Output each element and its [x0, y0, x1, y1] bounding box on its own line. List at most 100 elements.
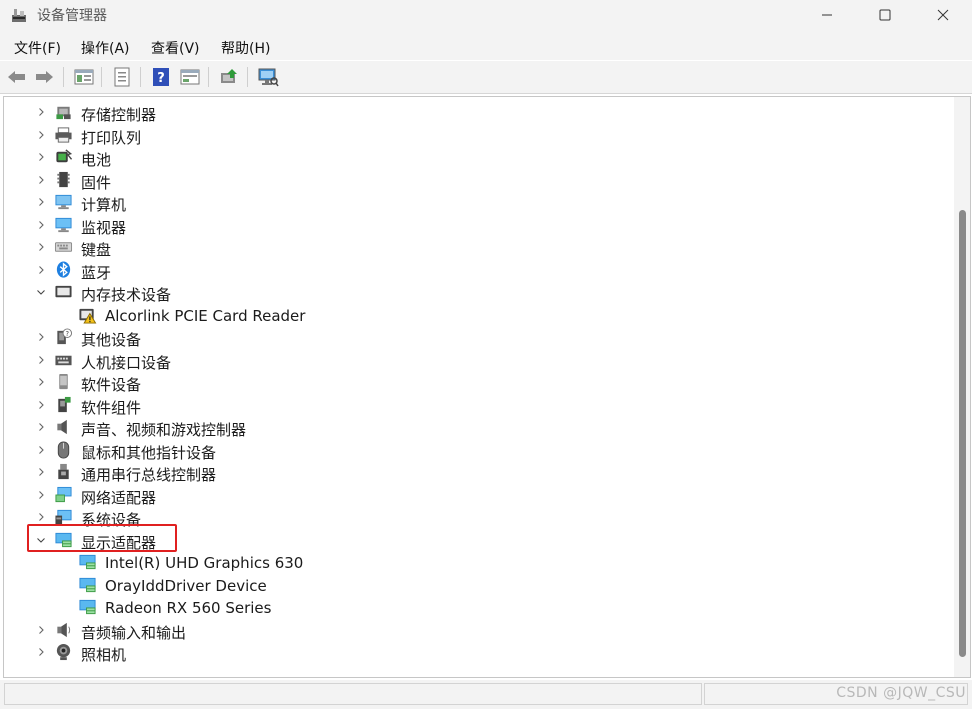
tree-category-item[interactable]: 软件设备 [4, 371, 944, 394]
tree-category-item[interactable]: 通用串行总线控制器 [4, 461, 944, 484]
chevron-right-icon[interactable] [35, 489, 47, 501]
maximize-button[interactable] [862, 0, 908, 30]
tree-item-label: 蓝牙 [81, 263, 112, 282]
tree-device-item[interactable]: Alcorlink PCIE Card Reader [4, 304, 944, 326]
chevron-right-icon[interactable] [35, 511, 47, 523]
tree-category-item[interactable]: 内存技术设备 [4, 281, 944, 304]
chevron-right-icon[interactable] [35, 376, 47, 388]
tree-item-label: 通用串行总线控制器 [81, 466, 217, 484]
scan-hardware-button[interactable] [257, 66, 279, 88]
tree-category-item[interactable]: 计算机 [4, 191, 944, 214]
menu-view[interactable]: 查看(V) [151, 38, 200, 58]
tree-category-item[interactable]: 电池 [4, 146, 944, 169]
chevron-right-icon[interactable] [35, 399, 47, 411]
tree-category-item[interactable]: ? 其他设备 [4, 326, 944, 349]
chevron-right-icon[interactable] [35, 174, 47, 186]
back-button[interactable] [6, 66, 28, 88]
tree-item-label: 鼠标和其他指针设备 [81, 443, 217, 462]
status-bar: CSDN @JQW_CSU [0, 680, 972, 709]
toolbar-separator [140, 67, 141, 87]
view-icon [180, 69, 200, 85]
tree-item-label: 照相机 [81, 646, 127, 664]
tree-category-item[interactable]: 声音、视频和游戏控制器 [4, 416, 944, 439]
minimize-icon [822, 14, 832, 16]
keyboard-icon [54, 242, 73, 252]
chevron-right-icon[interactable] [35, 219, 47, 231]
software-component-icon [58, 396, 71, 412]
tree-item-label: Radeon RX 560 Series [105, 599, 272, 617]
scrollbar-thumb[interactable] [959, 210, 966, 657]
toolbar-separator [63, 67, 64, 87]
tree-category-item[interactable]: 照相机 [4, 641, 944, 664]
printer-icon [55, 126, 72, 143]
chevron-right-icon[interactable] [35, 106, 47, 118]
display-adapter-icon [79, 554, 96, 570]
update-driver-button[interactable] [218, 66, 240, 88]
view-button[interactable] [179, 66, 201, 88]
svg-text:?: ? [66, 330, 70, 338]
tree-category-item[interactable]: 音频输入和输出 [4, 619, 944, 642]
chevron-right-icon[interactable] [35, 444, 47, 456]
chevron-right-icon[interactable] [35, 466, 47, 478]
tree-item-label: 软件组件 [81, 398, 142, 417]
tree-item-label: Intel(R) UHD Graphics 630 [105, 554, 304, 572]
title-bar: 设备管理器 [0, 0, 972, 30]
close-icon [937, 9, 949, 21]
menu-help[interactable]: 帮助(H) [221, 38, 270, 58]
network-adapter-icon [55, 486, 72, 502]
usb-icon [58, 463, 69, 480]
tree-item-label: 电池 [81, 151, 112, 169]
help-icon: ? [153, 68, 169, 86]
tree-category-item[interactable]: 鼠标和其他指针设备 [4, 439, 944, 462]
update-driver-icon [221, 69, 237, 83]
menu-file[interactable]: 文件(F) [14, 38, 61, 58]
tree-item-label: 内存技术设备 [81, 286, 172, 304]
toolbar: ? [0, 61, 972, 94]
forward-icon [36, 71, 53, 83]
vertical-scrollbar[interactable] [954, 97, 970, 677]
tree-item-label: 打印队列 [81, 128, 142, 147]
maximize-icon [879, 9, 891, 21]
chevron-right-icon[interactable] [35, 331, 47, 343]
chevron-right-icon[interactable] [35, 421, 47, 433]
menu-action[interactable]: 操作(A) [81, 38, 130, 58]
properties-button[interactable] [111, 66, 133, 88]
tree-device-item[interactable]: Intel(R) UHD Graphics 630 [4, 551, 944, 573]
toolbar-separator [247, 67, 248, 87]
chevron-right-icon[interactable] [35, 264, 47, 276]
chevron-right-icon[interactable] [35, 241, 47, 253]
tree-item-label: 其他设备 [81, 331, 142, 349]
tree-item-label: Alcorlink PCIE Card Reader [105, 306, 306, 325]
tree-category-item[interactable]: 键盘 [4, 236, 944, 259]
chevron-right-icon[interactable] [35, 151, 47, 163]
tree-device-item[interactable]: OrayIddDriver Device [4, 574, 944, 596]
tree-category-item[interactable]: 网络适配器 [4, 484, 944, 507]
chevron-down-icon[interactable] [35, 286, 47, 298]
show-hide-tree-button[interactable] [73, 66, 95, 88]
tree-category-item[interactable]: 软件组件 [4, 394, 944, 417]
device-tree-panel: 存储控制器打印队列电池 固件 计算机 监视器 键盘蓝牙内存技术设备 Alcorlink P… [3, 96, 971, 678]
software-device-icon [59, 373, 68, 390]
chevron-right-icon[interactable] [35, 354, 47, 366]
chevron-right-icon[interactable] [35, 624, 47, 636]
chevron-right-icon[interactable] [35, 129, 47, 141]
tree-category-item[interactable]: 固件 [4, 169, 944, 192]
tree-category-item[interactable]: 人机接口设备 [4, 349, 944, 372]
device-tree[interactable]: 存储控制器打印队列电池 固件 计算机 监视器 键盘蓝牙内存技术设备 Alcorlink P… [4, 97, 954, 677]
help-button[interactable]: ? [150, 66, 172, 88]
minimize-button[interactable] [804, 0, 850, 30]
camera-icon [56, 643, 71, 661]
tree-device-item[interactable]: Radeon RX 560 Series [4, 596, 944, 618]
tree-category-item[interactable]: 蓝牙 [4, 259, 944, 282]
chevron-right-icon[interactable] [35, 196, 47, 208]
forward-button[interactable] [33, 66, 55, 88]
audio-io-icon [57, 622, 71, 637]
tree-item-label: 声音、视频和游戏控制器 [81, 421, 247, 439]
hid-icon [55, 355, 72, 365]
tree-category-item[interactable]: 打印队列 [4, 124, 944, 147]
tree-category-item[interactable]: 监视器 [4, 214, 944, 237]
close-button[interactable] [920, 0, 966, 30]
tree-category-item[interactable]: 存储控制器 [4, 101, 944, 124]
monitor-icon [55, 217, 72, 232]
chevron-right-icon[interactable] [35, 646, 47, 658]
